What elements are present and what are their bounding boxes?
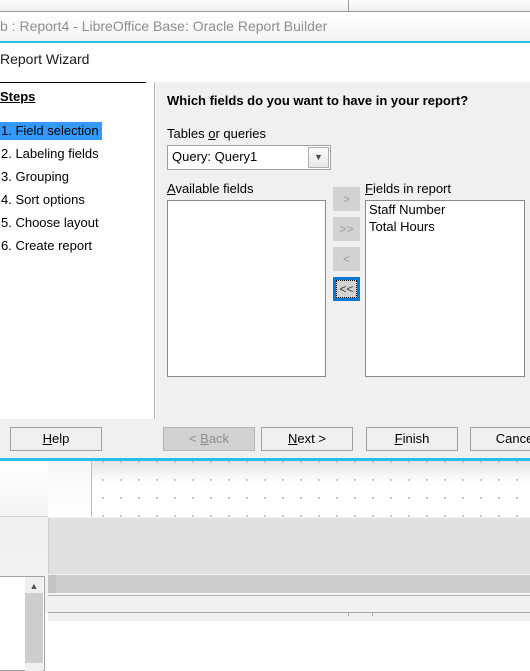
finish-button[interactable]: Finish xyxy=(366,427,458,451)
sidebar-item-sort-options[interactable]: 4. Sort options xyxy=(0,191,88,209)
report-canvas-grid[interactable] xyxy=(48,461,530,517)
back-accel: B xyxy=(200,431,209,446)
steps-heading: Steps xyxy=(0,89,35,104)
report-section-band-detail[interactable] xyxy=(48,518,530,574)
app-top-strip-divider xyxy=(348,0,349,12)
sidebar-item-choose-layout[interactable]: 5. Choose layout xyxy=(0,214,102,232)
move-all-right-button[interactable]: >> xyxy=(333,217,360,241)
steps-divider xyxy=(0,82,146,83)
scrollbar-thumb[interactable] xyxy=(25,593,43,663)
help-button[interactable]: Help xyxy=(10,427,102,451)
dialog-body: Report Wizard Steps 1. Field selection 2… xyxy=(0,43,530,419)
wizard-steps-panel: Steps 1. Field selection 2. Labeling fie… xyxy=(0,82,155,419)
help-accel: H xyxy=(42,431,53,446)
back-label-pre: < xyxy=(188,431,201,446)
move-right-button[interactable]: > xyxy=(333,187,360,211)
list-item[interactable]: Staff Number xyxy=(366,201,524,218)
wizard-title: Report Wizard xyxy=(0,51,90,67)
report-wizard-dialog: b : Report4 - LibreOffice Base: Oracle R… xyxy=(0,12,530,458)
move-left-button[interactable]: < xyxy=(333,247,360,271)
help-label-post: elp xyxy=(52,431,70,446)
tables-or-queries-label: Tables or queries xyxy=(167,126,266,141)
page-title: Which fields do you want to have in your… xyxy=(167,93,469,108)
design-vertical-scrollbar[interactable]: ▲ xyxy=(25,577,43,671)
tables-label-post: r queries xyxy=(215,126,267,141)
sidebar-item-labeling-fields[interactable]: 2. Labeling fields xyxy=(0,145,102,163)
available-fields-label: Available fields xyxy=(167,181,253,196)
scroll-up-arrow-icon[interactable]: ▲ xyxy=(25,577,43,593)
next-label-post: ext > xyxy=(297,431,326,446)
steps-heading-text: Steps xyxy=(0,89,36,104)
finish-label-post: inish xyxy=(402,431,430,446)
dialog-title-bar[interactable]: b : Report4 - LibreOffice Base: Oracle R… xyxy=(0,12,530,41)
list-item[interactable]: Total Hours xyxy=(366,218,524,235)
cancel-button[interactable]: Cancel xyxy=(470,427,530,451)
report-design-area: ✕ ▲ xyxy=(0,458,530,671)
inreport-label-accel: F xyxy=(365,181,373,196)
report-canvas-margin xyxy=(48,461,92,517)
app-top-strip xyxy=(0,0,530,12)
next-button[interactable]: Next > xyxy=(261,427,353,451)
tables-or-queries-value: Query: Query1 xyxy=(172,149,258,164)
fields-in-report-label: Fields in report xyxy=(365,181,451,196)
sidebar-item-grouping[interactable]: 3. Grouping xyxy=(0,168,72,186)
report-section-band-header[interactable] xyxy=(48,575,530,593)
sidebar-item-create-report[interactable]: 6. Create report xyxy=(0,237,95,255)
dialog-button-row: Help < Back Next > Finish Cancel xyxy=(0,419,530,458)
finish-accel: F xyxy=(394,431,403,446)
chevron-down-icon[interactable]: ▼ xyxy=(308,147,329,168)
tables-or-queries-select[interactable]: Query: Query1 ▼ xyxy=(167,145,331,170)
back-button[interactable]: < Back xyxy=(163,427,255,451)
next-accel: N xyxy=(288,431,298,446)
available-fields-list[interactable] xyxy=(167,200,326,377)
move-all-left-button[interactable]: << xyxy=(333,277,360,301)
sidebar-item-field-selection[interactable]: 1. Field selection xyxy=(0,122,102,140)
window-title: b : Report4 - LibreOffice Base: Oracle R… xyxy=(0,18,328,34)
wizard-content-panel: Which fields do you want to have in your… xyxy=(156,82,530,419)
back-label-post: ack xyxy=(208,431,230,446)
tables-label-pre: Tables xyxy=(167,126,209,141)
inreport-label-post: ields in report xyxy=(372,181,451,196)
report-section-band-footer[interactable] xyxy=(48,595,530,621)
fields-in-report-list[interactable]: Staff Number Total Hours xyxy=(365,200,525,377)
available-label-post: vailable fields xyxy=(175,181,254,196)
move-all-left-label: << xyxy=(336,280,357,298)
